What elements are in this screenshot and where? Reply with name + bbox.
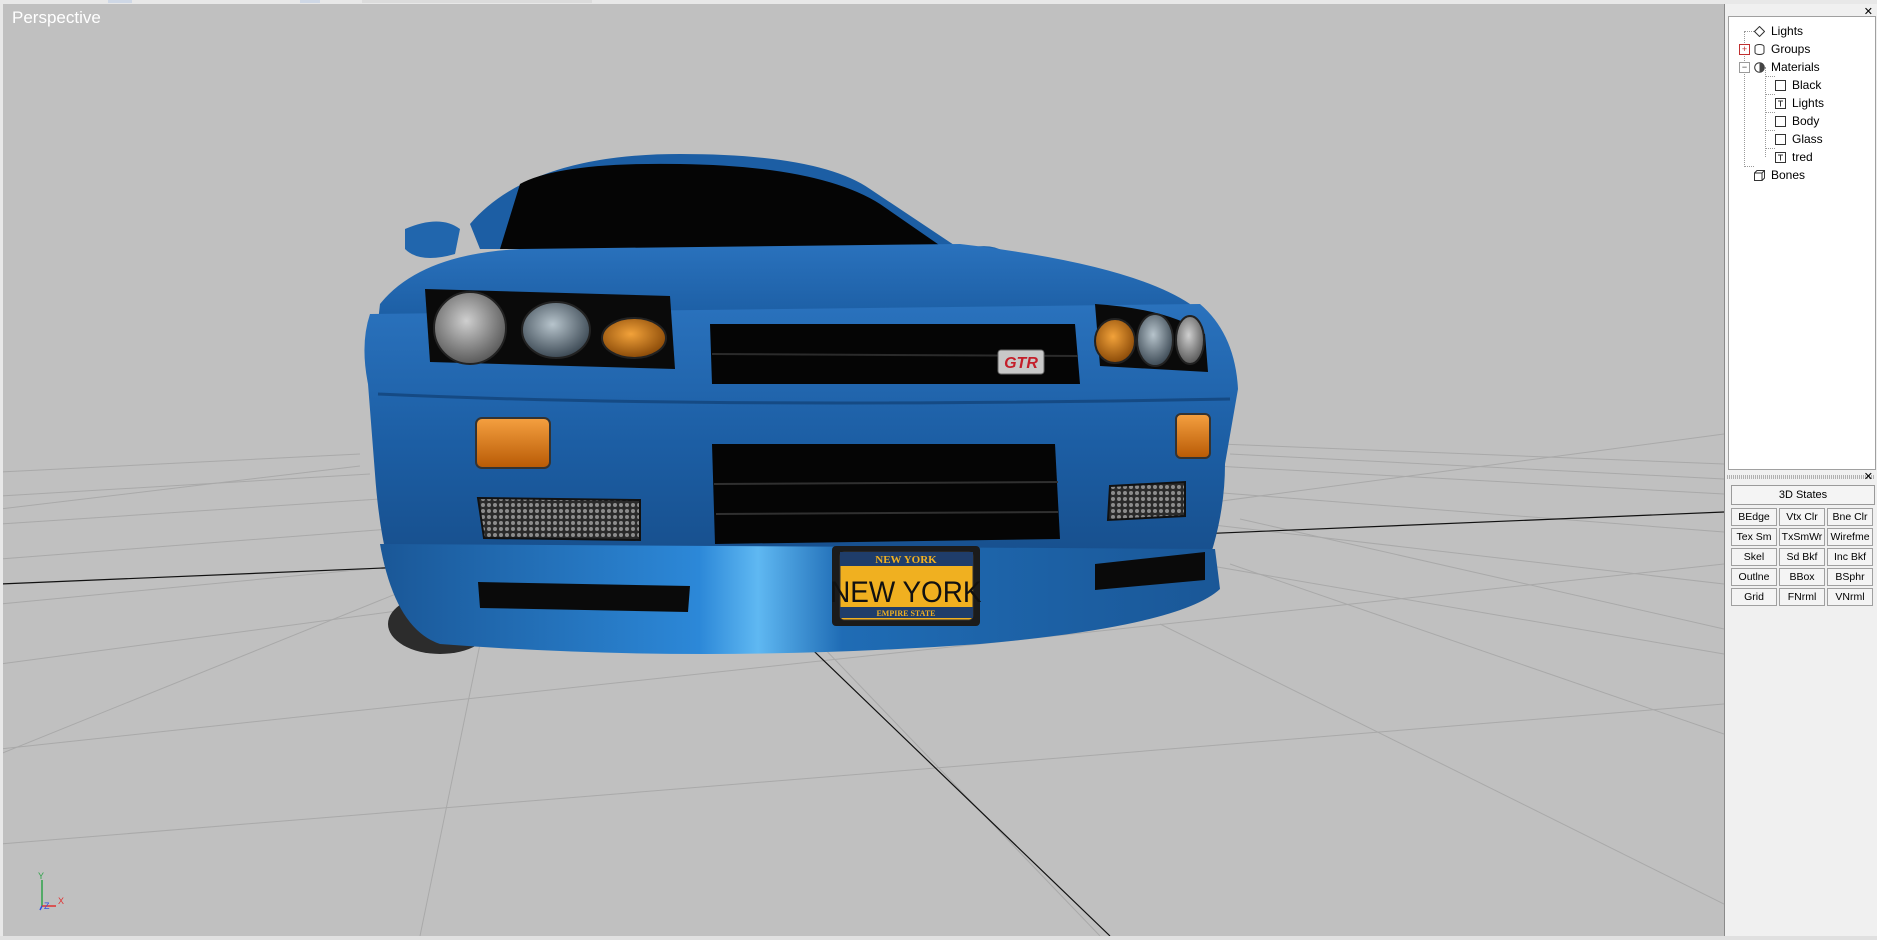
material-square-icon [1775,115,1786,127]
viewport-label: Perspective [12,8,101,27]
tree-item-lights[interactable]: Lights [1753,23,1804,39]
material-square-icon [1775,79,1786,91]
gtr-badge: GTR [1004,355,1038,372]
bones-box-icon [1754,169,1765,181]
texture-square-icon [1775,151,1786,163]
tree-connector [1765,76,1775,77]
right-dock-panel: ✕ + − Lights Groups Materials Black Ligh… [1725,4,1877,936]
toggle-vnrml-button[interactable]: VNrml [1827,588,1873,606]
tree-item-label: Materials [1771,60,1820,74]
states-panel-close-icon[interactable]: ✕ [1864,470,1873,483]
tree-item-label: Body [1792,114,1820,128]
groups-expander-icon[interactable]: + [1739,44,1750,55]
axis-x-label: X [58,896,64,906]
toggle-tex-sm-button[interactable]: Tex Sm [1731,528,1777,546]
toolbar-segment [362,0,592,3]
materials-collapse-icon[interactable]: − [1739,62,1750,73]
toggle-vtx-clr-button[interactable]: Vtx Clr [1779,508,1825,526]
tree-connector [1744,31,1754,32]
toolbar-segment [108,0,132,3]
tree-connector [1765,94,1775,95]
toggle-bedge-button[interactable]: BEdge [1731,508,1777,526]
toggle-bbox-button[interactable]: BBox [1779,568,1825,586]
tree-item-material-tred[interactable]: tred [1775,149,1813,165]
tree-item-material-glass[interactable]: Glass [1775,131,1823,147]
lights-diamond-icon [1753,25,1766,37]
material-square-icon [1775,133,1786,145]
materials-sphere-icon [1754,61,1765,73]
tree-item-label: Lights [1792,96,1825,110]
toggle-bsphr-button[interactable]: BSphr [1827,568,1873,586]
perspective-viewport[interactable]: Perspective GTR NEW YORK NEW YORK EMPIRE… [0,4,1725,936]
viewport-scene: GTR NEW YORK NEW YORK EMPIRE STATE Y Z X [0,154,1724,936]
toggle-sd-bkf-button[interactable]: Sd Bkf [1779,548,1825,566]
plate-main-text: NEW YORK [830,576,981,609]
3d-states-button[interactable]: 3D States [1731,485,1875,505]
scene-tree[interactable]: + − Lights Groups Materials Black Lights… [1728,16,1876,470]
tree-connector [1765,148,1775,149]
tree-item-label: tred [1792,150,1813,164]
car-model: GTR NEW YORK NEW YORK EMPIRE STATE [364,154,1238,654]
tree-item-label: Bones [1771,168,1806,182]
toggle-fnrml-button[interactable]: FNrml [1779,588,1825,606]
tree-connector [1765,130,1775,131]
tree-item-label: Black [1792,78,1822,92]
plate-top-text: NEW YORK [875,554,937,566]
toggle-outline-button[interactable]: Outlne [1731,568,1777,586]
tree-item-groups[interactable]: Groups [1754,41,1810,57]
axis-y-label: Y [38,871,44,881]
tree-item-label: Groups [1771,42,1811,56]
tree-item-material-lights[interactable]: Lights [1775,95,1824,111]
axis-gizmo: Y Z X [38,871,64,911]
toggle-txsmwr-button[interactable]: TxSmWr [1779,528,1825,546]
groups-cylinder-icon [1754,43,1765,55]
floor-axis-z [764,603,1111,936]
tree-item-label: Lights [1771,24,1804,38]
tree-item-materials[interactable]: Materials [1754,59,1820,75]
tree-item-material-body[interactable]: Body [1775,113,1819,129]
status-bar [0,936,1877,940]
toggle-bne-clr-button[interactable]: Bne Clr [1827,508,1873,526]
toggle-inc-bkf-button[interactable]: Inc Bkf [1827,548,1873,566]
toolbar-segment [300,0,320,3]
toggle-skel-button[interactable]: Skel [1731,548,1777,566]
toggle-grid-button[interactable]: Grid [1731,588,1777,606]
tree-item-bones[interactable]: Bones [1754,167,1805,183]
tree-connector [1744,166,1754,167]
tree-item-label: Glass [1792,132,1823,146]
axis-z-label: Z [44,901,50,911]
tree-item-material-black[interactable]: Black [1775,77,1821,93]
texture-square-icon [1775,97,1786,109]
tree-connector [1765,112,1775,113]
viewport-left-edge [0,4,3,936]
panel-splitter[interactable] [1727,475,1875,479]
toggle-wireframe-button[interactable]: Wirefme [1827,528,1873,546]
plate-bottom-text: EMPIRE STATE [876,609,935,618]
